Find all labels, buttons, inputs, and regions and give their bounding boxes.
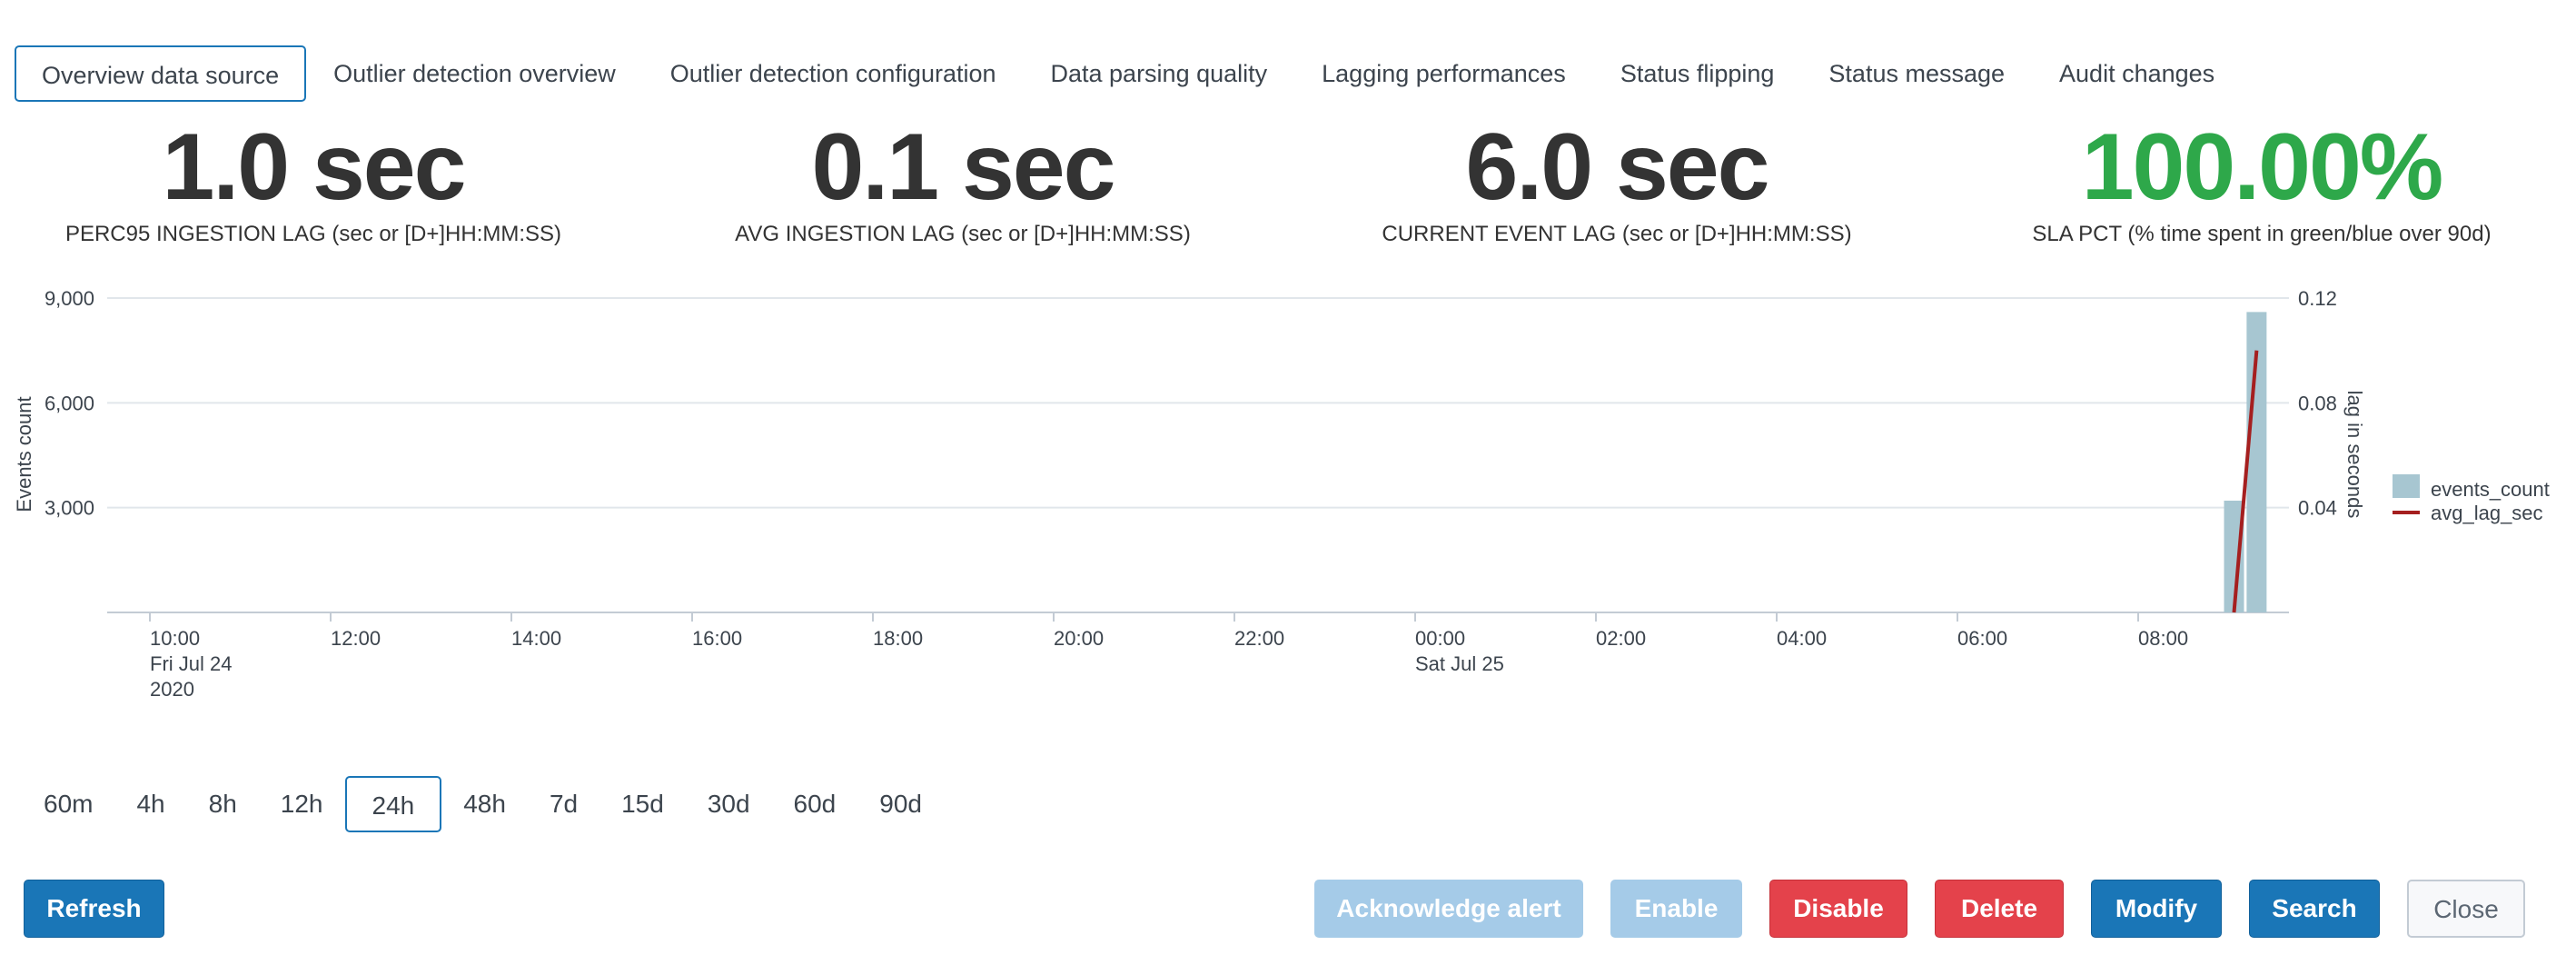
acknowledge-alert-button[interactable]: Acknowledge alert xyxy=(1314,880,1583,938)
tab-status-message[interactable]: Status message xyxy=(1801,45,2032,102)
kpi-value: 1.0 sec xyxy=(162,114,467,220)
y-axis-left-label: Events count xyxy=(13,396,35,512)
tab-bar: Overview data source Outlier detection o… xyxy=(15,45,2242,102)
x-tick-label: 22:00 xyxy=(1234,627,1284,650)
x-tick-label: 16:00 xyxy=(692,627,742,650)
kpi-label: AVG INGESTION LAG (sec or [D+]HH:MM:SS) xyxy=(735,222,1191,246)
disable-button[interactable]: Disable xyxy=(1769,880,1907,938)
kpi-label: SLA PCT (% time spent in green/blue over… xyxy=(2032,222,2492,246)
tab-outlier-detection-overview[interactable]: Outlier detection overview xyxy=(306,45,643,102)
y-axis-right-label: lag in seconds xyxy=(2343,391,2366,519)
delete-button[interactable]: Delete xyxy=(1935,880,2064,938)
range-60m[interactable]: 60m xyxy=(22,776,114,832)
time-range-selector: 60m 4h 8h 12h 24h 48h 7d 15d 30d 60d 90d xyxy=(22,776,944,832)
x-tick-label: 12:00 xyxy=(331,627,381,650)
events-lag-chart: 9,000 6,000 3,000 0.12 0.08 0.04 10:00Fri Ju… xyxy=(13,287,2550,701)
y-right-tick-label: 0.08 xyxy=(2298,392,2337,414)
tab-overview-data-source[interactable]: Overview data source xyxy=(15,45,307,102)
x-tick-label: Fri Jul 24 xyxy=(150,652,232,675)
x-tick-label: Sat Jul 25 xyxy=(1415,652,1504,675)
tab-lagging-performances[interactable]: Lagging performances xyxy=(1294,45,1593,102)
y-axis-left: 9,000 6,000 3,000 xyxy=(45,287,94,520)
tab-audit-changes[interactable]: Audit changes xyxy=(2032,45,2242,102)
range-30d[interactable]: 30d xyxy=(686,776,772,832)
x-tick-label: 00:00 xyxy=(1415,627,1465,650)
kpi-value: 0.1 sec xyxy=(811,114,1116,220)
chart-legend: events_count avg_lag_sec xyxy=(2393,474,2550,524)
kpi-label: CURRENT EVENT LAG (sec or [D+]HH:MM:SS) xyxy=(1382,222,1852,246)
tab-data-parsing-quality[interactable]: Data parsing quality xyxy=(1024,45,1295,102)
kpi-perc95-ingestion-lag: 1.0 sec PERC95 INGESTION LAG (sec or [D+… xyxy=(54,116,572,247)
enable-button[interactable]: Enable xyxy=(1610,880,1742,938)
x-tick-label: 02:00 xyxy=(1596,627,1646,650)
x-tick-label: 04:00 xyxy=(1777,627,1827,650)
y-right-tick-label: 0.12 xyxy=(2298,287,2337,310)
range-24h[interactable]: 24h xyxy=(344,776,442,832)
x-tick-label: 08:00 xyxy=(2138,627,2188,650)
kpi-value: 100.00% xyxy=(2081,114,2444,220)
range-4h[interactable]: 4h xyxy=(114,776,186,832)
y-left-tick-label: 6,000 xyxy=(45,392,94,414)
kpi-label: PERC95 INGESTION LAG (sec or [D+]HH:MM:S… xyxy=(64,222,562,246)
legend-label-events-count: events_count xyxy=(2431,478,2550,501)
chart-grid xyxy=(107,297,2289,613)
range-12h[interactable]: 12h xyxy=(259,776,345,832)
y-axis-right: 0.12 0.08 0.04 xyxy=(2298,287,2337,520)
kpi-current-event-lag: 6.0 sec CURRENT EVENT LAG (sec or [D+]HH… xyxy=(1362,116,1871,247)
kpi-value: 6.0 sec xyxy=(1465,114,1770,220)
x-tick-label: 18:00 xyxy=(873,627,923,650)
range-7d[interactable]: 7d xyxy=(528,776,599,832)
y-left-tick-label: 9,000 xyxy=(45,287,94,310)
x-tick-label: 06:00 xyxy=(1957,627,2007,650)
modify-button[interactable]: Modify xyxy=(2091,880,2222,938)
range-60d[interactable]: 60d xyxy=(772,776,858,832)
tab-status-flipping[interactable]: Status flipping xyxy=(1593,45,1802,102)
kpi-avg-ingestion-lag: 0.1 sec AVG INGESTION LAG (sec or [D+]HH… xyxy=(708,116,1217,247)
x-tick-label: 20:00 xyxy=(1054,627,1104,650)
x-axis: 10:00Fri Jul 24 2020 12:00 14:00 16:00 18:00 2… xyxy=(149,612,2188,701)
close-button[interactable]: Close xyxy=(2407,880,2525,938)
y-left-tick-label: 3,000 xyxy=(45,497,94,520)
search-button[interactable]: Search xyxy=(2249,880,2380,938)
legend-swatch-events-count xyxy=(2393,474,2420,498)
range-8h[interactable]: 8h xyxy=(187,776,259,832)
y-right-tick-label: 0.04 xyxy=(2298,497,2337,520)
range-15d[interactable]: 15d xyxy=(599,776,686,832)
range-48h[interactable]: 48h xyxy=(441,776,528,832)
refresh-button[interactable]: Refresh xyxy=(24,880,164,938)
range-90d[interactable]: 90d xyxy=(857,776,944,832)
kpi-sla-pct: 100.00% SLA PCT (% time spent in green/b… xyxy=(2007,116,2516,247)
tab-outlier-detection-configuration[interactable]: Outlier detection configuration xyxy=(643,45,1024,102)
legend-label-avg-lag: avg_lag_sec xyxy=(2431,502,2543,524)
x-tick-label: 2020 xyxy=(150,678,194,701)
x-tick-label: 14:00 xyxy=(511,627,561,650)
x-tick-label: 10:00 xyxy=(150,627,200,650)
